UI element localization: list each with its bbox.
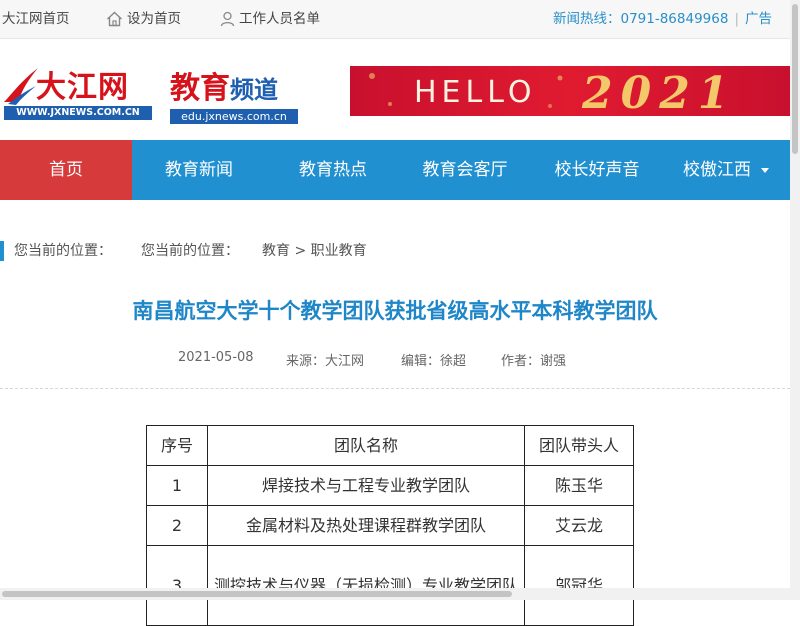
article-title: 南昌航空大学十个教学团队获批省级高水平本科教学团队 [132,299,658,323]
banner-hello-text: HELLO [414,75,537,110]
nav-item-home[interactable]: 首页 [0,140,132,200]
hotline-text: 新闻热线：0791-86849968 [552,11,729,27]
table-row: 3 测控技术与仪器（无损检测）专业教学团队 邬冠华 [146,545,634,626]
staff-list-label: 工作人员名单 [239,11,320,27]
table-header-cell: 序号 [146,425,208,466]
ad-link[interactable]: 广告 [745,11,772,27]
top-bar: 大江网首页 设为首页 工作人员名单 新闻热线：0791-86849968 | 广告 [0,0,800,39]
home-icon [107,11,122,27]
channel-name-education: 教育 [170,71,230,106]
table-header-cell: 团队带头人 [524,425,634,466]
set-home-link[interactable]: 设为首页 [106,0,181,38]
news-hotline: 新闻热线：0791-86849968 | 广告 [553,0,772,38]
table-cell: 2 [146,505,208,546]
caret-down-icon [761,167,769,173]
article-author: 作者：谢强 [501,354,567,369]
content-divider [0,388,790,389]
main-navigation: 首页 教育新闻 教育热点 教育会客厅 校长好声音 校傲江西 [0,140,790,200]
logo-url: WWW.JXNEWS.COM.CN [4,106,152,120]
table-cell: 测控技术与仪器（无损检测）专业教学团队 [207,545,525,626]
vertical-scrollbar[interactable] [790,0,800,600]
vertical-scrollbar-thumb[interactable] [792,4,798,154]
table-row: 1 焊接技术与工程专业教学团队 陈玉华 [146,465,634,506]
table-cell: 陈玉华 [524,465,634,506]
new-year-banner[interactable]: HELLO 2021 [350,66,790,116]
article-editor: 编辑：徐超 [401,354,467,369]
table-cell: 3 [146,545,208,626]
article-source: 来源：大江网 [286,354,365,369]
nav-item-jiangxi-pride-label: 校傲江西 [683,160,751,180]
jxnews-logo[interactable]: 大江网 WWW.JXNEWS.COM.CN [2,62,152,120]
breadcrumb-label: 您当前的位置： [14,243,112,259]
table-header-row: 序号 团队名称 团队带头人 [146,425,634,466]
separator: | [734,11,739,27]
nav-item-principal-voices[interactable]: 校长好声音 [530,140,664,200]
horizontal-scrollbar[interactable] [0,588,790,600]
channel-name-channel: 频道 [230,76,278,104]
horizontal-scrollbar-thumb[interactable] [2,591,512,597]
breadcrumb-path[interactable]: 教育 > 职业教育 [262,238,367,264]
table-cell: 1 [146,465,208,506]
table-row: 2 金属材料及热处理课程群教学团队 艾云龙 [146,505,634,546]
banner-year-text: 2021 [582,68,737,116]
jxnews-home-link[interactable]: 大江网首页 [2,0,70,38]
table-header-cell: 团队名称 [207,425,525,466]
table-cell: 焊接技术与工程专业教学团队 [207,465,525,506]
user-icon [220,11,235,27]
channel-url: edu.jxnews.com.cn [170,109,298,124]
nav-item-education-parlor[interactable]: 教育会客厅 [400,140,530,200]
breadcrumb-label-secondary: 您当前的位置： [141,243,239,259]
set-home-label: 设为首页 [127,11,181,27]
nav-item-education-hotspots[interactable]: 教育热点 [266,140,400,200]
table-cell: 艾云龙 [524,505,634,546]
logo-chinese-text: 大江网 [36,70,129,105]
nav-item-jiangxi-pride[interactable]: 校傲江西 [664,140,788,200]
nav-item-education-news[interactable]: 教育新闻 [132,140,266,200]
table-cell: 金属材料及热处理课程群教学团队 [207,505,525,546]
staff-list-link[interactable]: 工作人员名单 [220,0,320,38]
education-channel-logo[interactable]: 教育频道 edu.jxnews.com.cn [170,63,298,124]
table-cell: 邬冠华 [524,545,634,626]
article-date: 2021-05-08 [178,350,254,365]
breadcrumb-accent-bar [0,241,4,261]
